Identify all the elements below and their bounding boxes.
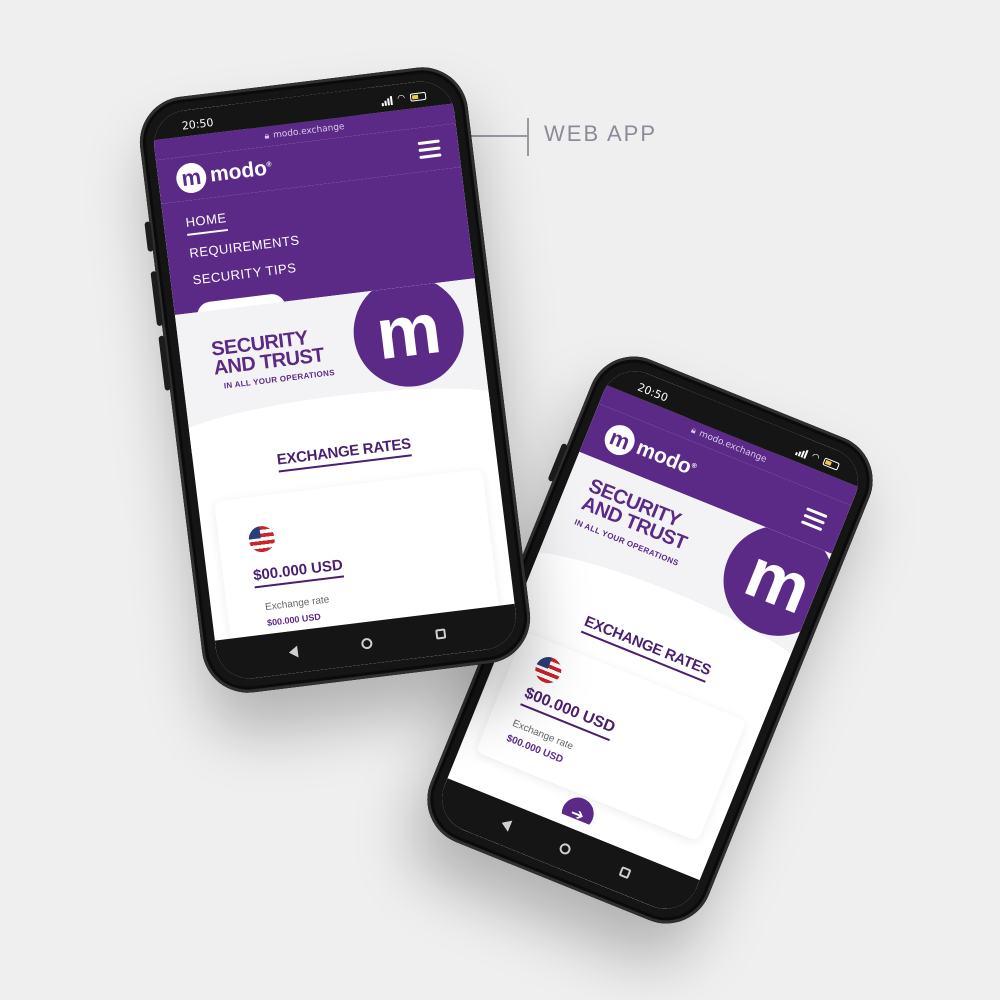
status-icons: ◠ (381, 91, 427, 106)
battery-icon (822, 457, 841, 471)
wifi-icon: ◠ (809, 451, 821, 464)
hero-logo-circle: m (347, 278, 470, 393)
status-time: 20:50 (181, 115, 215, 133)
rate-value: $00.000 USD (266, 611, 322, 629)
phone-front-screen: 20:50 ◠ 🔒︎ modo.exchange m modo® HOME RE… (150, 77, 520, 683)
callout-tick (527, 118, 529, 156)
home-icon[interactable] (360, 636, 373, 650)
lock-icon: 🔒︎ (263, 131, 270, 142)
volume-button (547, 442, 569, 483)
logo-wordmark: modo® (633, 436, 698, 479)
flag-us-icon (247, 524, 277, 554)
hamburger-menu-icon[interactable] (801, 506, 828, 531)
rate-amount: $00.000 USD (252, 556, 345, 589)
volume-up-button (150, 270, 164, 327)
back-icon[interactable] (499, 817, 513, 832)
lock-icon: 🔒︎ (689, 425, 698, 437)
signal-icon (381, 95, 393, 106)
recent-apps-icon[interactable] (618, 866, 632, 880)
logo-badge: m (174, 161, 209, 195)
recent-apps-icon[interactable] (435, 628, 447, 640)
volume-down-button (158, 335, 172, 391)
home-icon[interactable] (558, 841, 573, 856)
flag-us-icon (531, 653, 566, 688)
wifi-icon: ◠ (396, 93, 406, 105)
logo[interactable]: m modo® (174, 153, 274, 195)
hamburger-menu-icon[interactable] (417, 138, 442, 159)
nav-home[interactable]: HOME (184, 204, 229, 236)
logo-wordmark: modo® (208, 156, 273, 187)
phone-front: 20:50 ◠ 🔒︎ modo.exchange m modo® HOME RE… (134, 62, 536, 698)
callout-label: WEB APP (544, 121, 658, 146)
rate-label: Exchange rate (264, 594, 330, 614)
signal-icon (795, 446, 809, 459)
battery-icon (409, 91, 427, 102)
action-button (144, 221, 154, 252)
back-icon[interactable] (288, 645, 299, 659)
